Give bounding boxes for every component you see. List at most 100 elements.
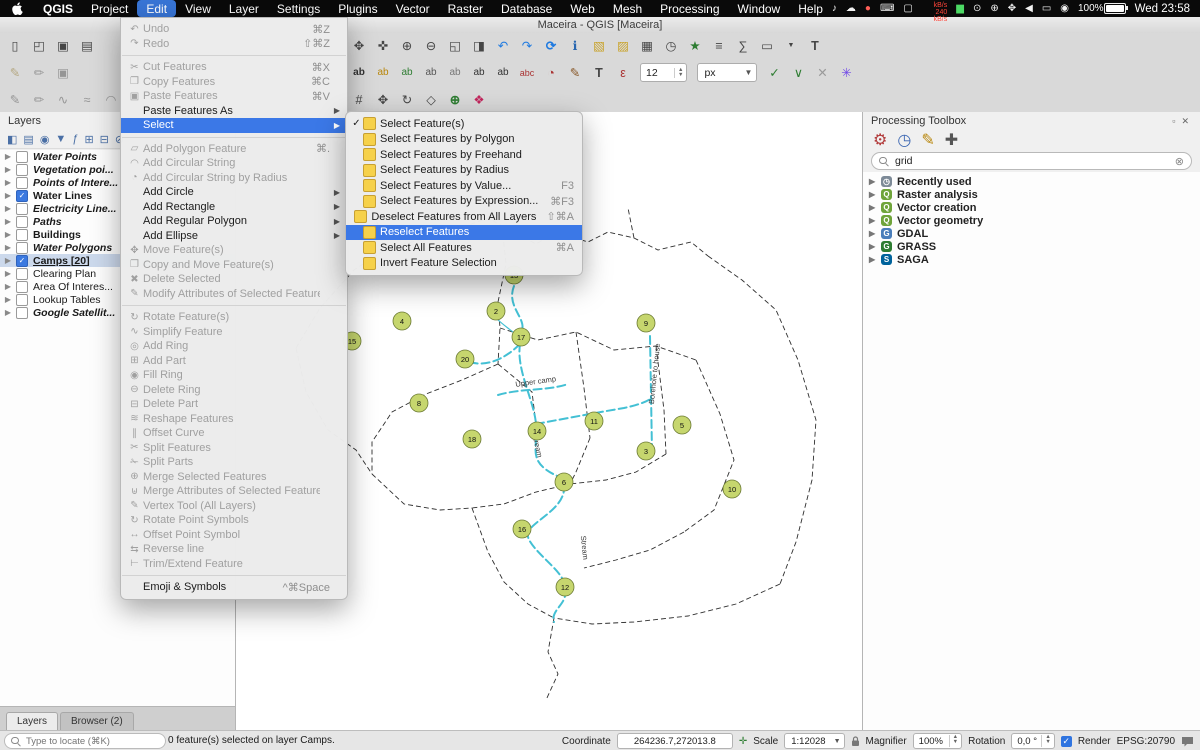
open-attribute-table-icon[interactable]: ▦ [636,35,658,56]
edit-menu-item[interactable]: ⊢ Trim/Extend Feature ▶ [121,557,347,572]
shape-digitize-icon[interactable]: ◇ [420,89,442,110]
layer-expand-icon[interactable]: ▶ [2,256,14,265]
map-tips-icon[interactable]: ▭ [756,35,778,56]
new-bookmark-icon[interactable]: ★ [684,35,706,56]
label-show-hide-icon[interactable]: ab [444,62,466,83]
menubar-menu[interactable]: Help [789,0,832,17]
layer-expand-icon[interactable]: ▶ [2,217,14,226]
edit-menu-item[interactable]: ◎ Add Ring ▶ [121,339,347,354]
locate-input[interactable] [24,735,138,748]
edit-menu-item[interactable]: Paste Features As ▶ [121,104,347,119]
move-feature-icon[interactable]: ✥ [372,89,394,110]
layer-checkbox[interactable] [16,229,28,241]
edit-menu-item[interactable]: Add Regular Polygon ▶ [121,214,347,229]
edit-menu-item[interactable]: Emoji & Symbols ^⌘Space ▶ [121,580,347,595]
menubar-menu[interactable]: Database [492,0,561,17]
layer-checkbox[interactable] [16,151,28,163]
float-panel-icon[interactable]: ▫ [1169,116,1178,126]
edit-menu-item[interactable]: ↶ Undo ⌘Z ▶ [121,22,347,37]
edit-menu-item[interactable]: ◔ Add Circular String by Radius ▶ [121,171,347,186]
layer-expand-icon[interactable]: ▶ [2,269,14,278]
layer-checkbox[interactable] [16,294,28,306]
advanced-digitizing-icon[interactable]: # [348,89,370,110]
expression-icon[interactable]: ε [612,62,634,83]
edit-menu-item[interactable]: Add Circle ▶ [121,185,347,200]
log-messages-icon[interactable] [1181,736,1194,747]
toolbox-group[interactable]: ▶ Q Raster analysis [863,188,1200,201]
toolbox-group[interactable]: ▶ Q Vector geometry [863,214,1200,227]
edit-menu-item[interactable]: ❐ Copy and Move Feature(s) ▶ [121,258,347,273]
edit-menu-item[interactable]: ⊎ Merge Attributes of Selected Features … [121,484,347,499]
toolbox-group[interactable]: ▶ S SAGA [863,253,1200,266]
zoom-plus-icon[interactable]: ⊕ [990,3,998,14]
edit-menu-item[interactable]: ⊖ Delete Ring ▶ [121,383,347,398]
menubar-menu[interactable]: Edit [137,0,176,17]
crs-indicator[interactable]: EPSG:20790 [1117,736,1175,747]
layer-checkbox[interactable] [16,203,28,215]
edit-menu-item[interactable]: Add Ellipse ▶ [121,229,347,244]
locate-search-field[interactable] [4,733,166,749]
layer-checkbox[interactable] [16,268,28,280]
refresh-icon[interactable]: ⟳ [540,35,562,56]
layer-expand-icon[interactable]: ▶ [2,204,14,213]
add-group-icon[interactable]: ▤ [23,133,33,146]
select-menu-item[interactable]: Select Features by Expression... ⌘F3 [346,194,582,210]
font-size-input[interactable]: 12 ▲▼ [640,63,687,82]
vertex-tool-all-icon[interactable]: ✏ [28,89,50,110]
edit-menu-item[interactable]: ⊟ Delete Part ▶ [121,397,347,412]
edit-menu-item[interactable]: ↔ Offset Point Symbol ▶ [121,528,347,543]
display-icon[interactable]: ▢ [903,3,912,14]
pan-map-icon[interactable]: ✥ [348,35,370,56]
menubar-menu[interactable]: Processing [651,0,728,17]
menubar-clock[interactable]: Wed 23:58 [1135,3,1190,15]
select-menu-item[interactable]: Select Features by Value... F3 [346,178,582,194]
edit-menu-item[interactable]: ≋ Reshape Features ▶ [121,412,347,427]
edit-menu-item[interactable]: ✎ Vertex Tool (All Layers) ▶ [121,499,347,514]
manage-themes-icon[interactable]: ◉ [40,133,50,146]
identify-features-icon[interactable]: ℹ [564,35,586,56]
layer-checkbox[interactable] [16,164,28,176]
toolbox-group[interactable]: ▶ G GRASS [863,240,1200,253]
filter-expression-icon[interactable]: ƒ [72,133,78,145]
edit-menu-item[interactable]: ↷ Redo ⇧⌘Z ▶ [121,37,347,52]
open-project-icon[interactable]: ◰ [28,35,50,56]
scale-combobox[interactable]: 1:12028 ▼ [784,733,844,749]
menubar-menu[interactable]: View [176,0,220,17]
current-edits-icon[interactable]: ✎ [4,62,26,83]
deselect-features-icon[interactable]: ▨ [612,35,634,56]
layer-expand-icon[interactable]: ▶ [2,178,14,187]
panel-tab[interactable]: Layers [6,712,58,730]
annotation-dropdown-icon[interactable]: ▼ [780,35,802,56]
select-menu-item[interactable]: Deselect Features from All Layers ⇧⌘A [346,209,582,225]
layer-expand-icon[interactable]: ▶ [2,230,14,239]
apple-logo-icon[interactable] [0,2,34,15]
diagram-options-icon[interactable]: ◔ [540,62,562,83]
menubar-menu[interactable]: Layer [220,0,268,17]
digitize-curve-icon[interactable]: ∿ [52,89,74,110]
paintbrush-icon[interactable]: ✎ [564,62,586,83]
stream-digitize-icon[interactable]: ≈ [76,89,98,110]
battery-indicator[interactable]: 100% [1078,3,1126,14]
menubar-menu[interactable]: Web [561,0,603,17]
close-panel-icon[interactable]: ✕ [1178,116,1192,127]
lock-scale-icon[interactable] [851,736,860,747]
select-menu-item[interactable]: Select All Features ⌘A [346,240,582,256]
edit-menu-item[interactable]: ✂ Split Features ▶ [121,441,347,456]
toolbox-search-input[interactable] [893,154,1170,168]
label-unpin-icon[interactable]: ab [420,62,442,83]
label-properties-icon[interactable]: abc [516,62,538,83]
layer-checkbox[interactable] [16,255,28,267]
select-menu-item[interactable]: Select Features by Radius [346,163,582,179]
select-menu-item[interactable]: ✓ Select Feature(s) [346,116,582,132]
text-format-icon[interactable]: T [588,62,610,83]
volume-icon[interactable]: ◀ [1025,3,1033,14]
extents-toggle-icon[interactable]: ✛ [739,736,747,747]
layer-labeling-icon[interactable]: ab [348,62,370,83]
activity-icon[interactable]: ▆ [956,3,964,14]
history-icon[interactable]: ◷ [897,130,911,150]
layer-expand-icon[interactable]: ▶ [2,165,14,174]
layer-expand-icon[interactable]: ▶ [2,191,14,200]
edit-menu-item[interactable]: Add Rectangle ▶ [121,200,347,215]
expand-all-icon[interactable]: ⊞ [84,133,93,146]
tree-expand-icon[interactable]: ▶ [869,229,881,238]
